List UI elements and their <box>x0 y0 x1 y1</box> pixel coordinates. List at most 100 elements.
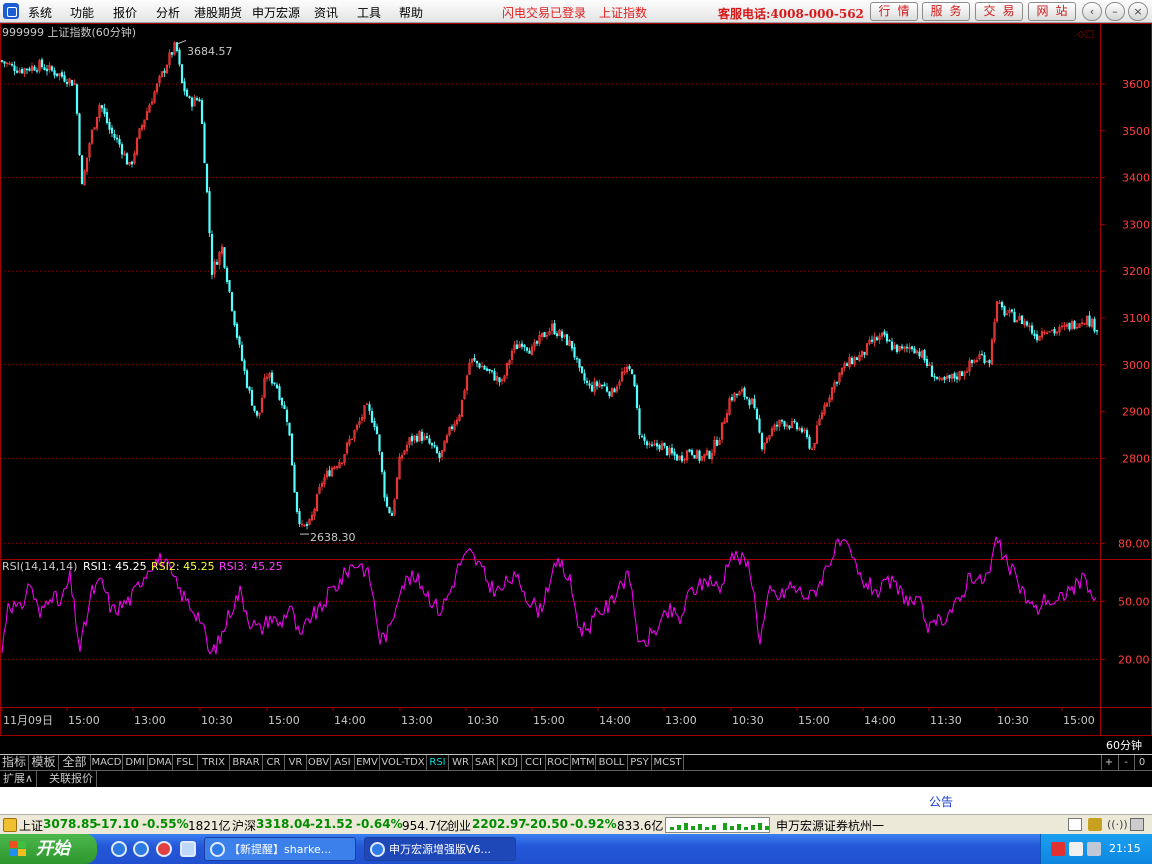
start-button[interactable]: 开始 <box>0 834 97 864</box>
indicator-tab-mcst[interactable]: MCST <box>652 755 684 770</box>
tray-red-cross-icon[interactable] <box>1051 842 1065 856</box>
candle-body <box>630 369 634 375</box>
back-icon[interactable]: ‹ <box>1082 2 1102 21</box>
indicator-tab--[interactable]: 模板 <box>29 755 59 770</box>
candle-down <box>235 321 239 340</box>
clock[interactable]: 21:15 <box>1109 842 1141 855</box>
candle-up <box>1015 319 1019 323</box>
indicator-tab-trix[interactable]: TRIX <box>198 755 230 770</box>
candle-body <box>120 144 124 155</box>
indicator-tab-kdj[interactable]: KDJ <box>498 755 522 770</box>
market-status-icon[interactable] <box>3 818 17 832</box>
indicator-tab-emv[interactable]: EMV <box>355 755 380 770</box>
ie2-icon[interactable] <box>133 841 149 857</box>
indicator-tab-sar[interactable]: SAR <box>473 755 498 770</box>
candle-up <box>620 367 624 383</box>
candle-body <box>328 470 331 477</box>
indicator-tab-cr[interactable]: CR <box>263 755 285 770</box>
candle-down <box>905 343 909 353</box>
candle-down <box>478 362 481 369</box>
indicator-tab-vr[interactable]: VR <box>285 755 307 770</box>
sh-name[interactable]: 上证 <box>19 817 43 834</box>
bulletin-title[interactable]: 公告 <box>929 793 953 810</box>
app-quick-icon[interactable] <box>156 841 172 857</box>
indicator-tab-macd[interactable]: MACD <box>91 755 123 770</box>
service-button[interactable]: 服务 <box>922 2 970 21</box>
signal-icon[interactable]: ((·)) <box>1107 818 1128 831</box>
chart-area[interactable]: ◇□ 999999 上证指数(60分钟) 3684.57 2638.30 RSI… <box>0 23 1152 754</box>
reset-button[interactable]: 0 <box>1134 755 1149 770</box>
menu-news[interactable]: 资讯 <box>314 4 338 21</box>
candle-up <box>548 327 551 336</box>
indicator-tab--[interactable]: 全部 <box>59 755 91 770</box>
indicator-tab-boll[interactable]: BOLL <box>596 755 628 770</box>
candle-body <box>13 65 16 72</box>
hs-name[interactable]: 沪深 <box>232 817 256 834</box>
app-logo-icon[interactable] <box>3 3 19 19</box>
candle-up <box>155 82 159 95</box>
close-icon[interactable]: × <box>1128 2 1148 21</box>
indicator-tab-brar[interactable]: BRAR <box>230 755 263 770</box>
expand-tab[interactable]: 扩展∧ <box>0 771 38 787</box>
show-desktop-icon[interactable] <box>180 841 196 857</box>
candle-up <box>958 371 961 382</box>
candle-body <box>178 49 181 65</box>
candle-up <box>453 420 456 433</box>
menu-hk-futures[interactable]: 港股期货 <box>194 4 242 21</box>
indicator-tab-wr[interactable]: WR <box>449 755 473 770</box>
zoom-in-button[interactable]: + <box>1101 755 1116 770</box>
lock2-icon[interactable] <box>1130 818 1144 831</box>
indicator-tab-cci[interactable]: CCI <box>522 755 546 770</box>
indicator-tab-roc[interactable]: ROC <box>546 755 571 770</box>
indicator-tab--[interactable]: 指标 <box>0 755 29 770</box>
minimize-icon[interactable]: – <box>1105 2 1125 21</box>
indicator-tab-asi[interactable]: ASI <box>331 755 355 770</box>
candle-down <box>373 417 376 431</box>
menu-analysis[interactable]: 分析 <box>156 4 180 21</box>
login-status[interactable]: 闪电交易已登录 <box>502 4 586 21</box>
candle-down <box>953 371 956 382</box>
menu-help[interactable]: 帮助 <box>399 4 423 21</box>
current-index-label[interactable]: 上证指数 <box>599 4 647 21</box>
kline-chart[interactable]: ◇□ 999999 上证指数(60分钟) 3684.57 2638.30 RSI… <box>0 23 1152 754</box>
menu-system[interactable]: 系统 <box>28 4 52 21</box>
zoom-out-button[interactable]: - <box>1118 755 1133 770</box>
hs-amount: 954.7亿 <box>402 819 449 833</box>
period-label[interactable]: 60分钟 <box>1106 738 1142 752</box>
candle-up <box>398 453 401 480</box>
market-button[interactable]: 行情 <box>870 2 918 21</box>
candle-body <box>215 261 219 265</box>
tray-network-icon[interactable] <box>1087 842 1101 856</box>
candle-down <box>658 443 661 452</box>
website-button[interactable]: 网站 <box>1028 2 1076 21</box>
ie-icon[interactable] <box>111 841 127 857</box>
task-trading-app[interactable]: 申万宏源增强版V6... <box>364 837 516 861</box>
lock-icon[interactable] <box>1088 818 1102 831</box>
candle-body <box>163 70 166 73</box>
menu-quote[interactable]: 报价 <box>113 4 137 21</box>
menu-broker[interactable]: 申万宏源 <box>252 4 300 21</box>
candle-body <box>585 380 589 383</box>
indicator-tab-dmi[interactable]: DMI <box>123 755 148 770</box>
indicator-tab-obv[interactable]: OBV <box>307 755 331 770</box>
tray-shield-icon[interactable] <box>1069 842 1083 856</box>
related-quote-tab[interactable]: 关联报价 <box>46 771 97 787</box>
time-axis-label: 10:30 <box>997 714 1029 727</box>
broker-name[interactable]: 申万宏源证券杭州一 <box>776 817 884 834</box>
candle-up <box>558 328 561 337</box>
candle-body <box>253 405 256 411</box>
indicator-tab-dma[interactable]: DMA <box>148 755 173 770</box>
indicator-tab-psy[interactable]: PSY <box>628 755 652 770</box>
notepad-icon[interactable] <box>1068 818 1082 831</box>
indicator-tab-vol-tdx[interactable]: VOL-TDX <box>380 755 427 770</box>
candle-body <box>43 67 46 71</box>
task-browser[interactable]: 【新提醒】sharke... <box>204 837 356 861</box>
cy-name[interactable]: 创业 <box>447 817 471 834</box>
indicator-tab-mtm[interactable]: MTM <box>571 755 596 770</box>
indicator-tab-fsl[interactable]: FSL <box>173 755 198 770</box>
menu-tools[interactable]: 工具 <box>357 4 381 21</box>
time-axis-label: 14:00 <box>864 714 896 727</box>
trade-button[interactable]: 交易 <box>975 2 1023 21</box>
menu-function[interactable]: 功能 <box>70 4 94 21</box>
indicator-tab-rsi[interactable]: RSI <box>427 755 449 770</box>
